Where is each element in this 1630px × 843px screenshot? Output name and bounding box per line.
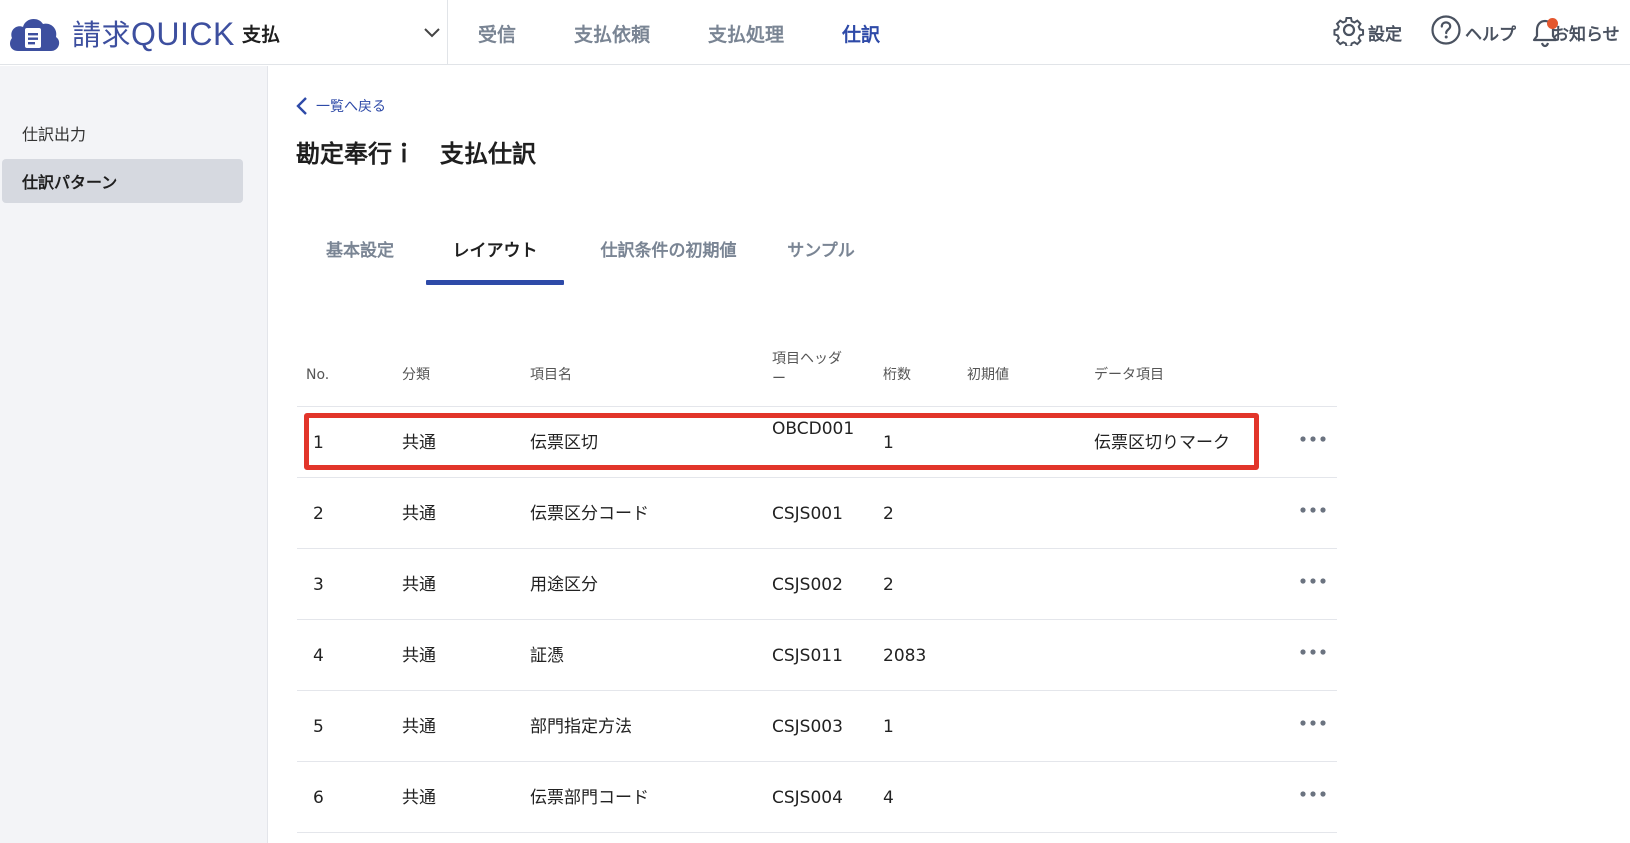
sidebar-item-label: 仕訳パターン: [22, 173, 118, 192]
news-label: お知らせ: [1552, 24, 1620, 45]
cell-item-name: 部門指定方法: [530, 717, 632, 737]
news-button[interactable]: お知らせ: [1532, 14, 1620, 50]
help-label: ヘルプ: [1465, 24, 1516, 45]
table-row[interactable]: 6 共通 伝票部門コード CSJS004 4: [297, 762, 1337, 833]
gear-icon: [1333, 14, 1365, 50]
tab-basic-settings[interactable]: 基本設定: [296, 220, 424, 286]
nav-journal[interactable]: 仕訳: [842, 20, 880, 47]
cell-item-name: 伝票区分コード: [530, 504, 649, 524]
cell-item-header: CSJS011: [772, 646, 843, 666]
cell-category: 共通: [402, 788, 436, 808]
cell-item-name: 証憑: [530, 646, 564, 666]
more-horizontal-icon[interactable]: [1297, 782, 1329, 806]
chevron-left-icon: [296, 97, 307, 115]
tab-journal-defaults[interactable]: 仕訳条件の初期値: [581, 220, 756, 286]
table-row[interactable]: 4 共通 証憑 CSJS011 2083: [297, 620, 1337, 691]
back-label: 一覧へ戻る: [316, 99, 386, 115]
cell-category: 共通: [402, 504, 436, 524]
column-header-item-name: 項目名: [530, 367, 572, 383]
table-header: No. 分類 項目名 項目ヘッダー 桁数 初期値 データ項目: [297, 345, 1337, 407]
main-nav: 受信 支払依頼 支払処理 仕訳: [478, 20, 938, 47]
cell-item-header: CSJS002: [772, 575, 843, 595]
cell-item-name: 伝票区切: [530, 433, 598, 453]
cell-digits: 4: [883, 788, 894, 808]
cell-no: 1: [313, 433, 324, 453]
page-title: 勘定奉行ｉ 支払仕訳: [296, 140, 536, 168]
column-header-category: 分類: [402, 367, 430, 383]
cell-no: 4: [313, 646, 324, 666]
settings-label: 設定: [1368, 24, 1402, 45]
sidebar-item-journal-pattern[interactable]: 仕訳パターン: [2, 159, 243, 203]
cell-digits: 2: [883, 575, 894, 595]
cell-no: 2: [313, 504, 324, 524]
table-row[interactable]: 1 共通 伝票区切 OBCD001 1 伝票区切りマーク: [297, 407, 1337, 478]
nav-payment-processing[interactable]: 支払処理: [708, 20, 784, 47]
cell-category: 共通: [402, 575, 436, 595]
question-circle-icon: [1430, 14, 1462, 50]
cell-digits: 2: [883, 504, 894, 524]
sidebar-item-label: 仕訳出力: [22, 125, 87, 144]
settings-button[interactable]: 設定: [1333, 14, 1402, 50]
layout-table: No. 分類 項目名 項目ヘッダー 桁数 初期値 データ項目 1 共通 伝票区切 OB…: [297, 345, 1337, 833]
more-horizontal-icon[interactable]: [1297, 498, 1329, 522]
cell-item-header: CSJS003: [772, 717, 843, 737]
cell-digits: 1: [883, 433, 894, 453]
cell-digits: 1: [883, 717, 894, 737]
app-logo[interactable]: 請求QUICK: [6, 13, 235, 53]
table-row[interactable]: 5 共通 部門指定方法 CSJS003 1: [297, 691, 1337, 762]
tab-bar: 基本設定 レイアウト 仕訳条件の初期値 サンプル: [296, 220, 876, 286]
table-body: 1 共通 伝票区切 OBCD001 1 伝票区切りマーク 2 共通 伝票区分コード CSJS001…: [297, 407, 1337, 833]
more-horizontal-icon[interactable]: [1297, 640, 1329, 664]
help-button[interactable]: ヘルプ: [1430, 14, 1516, 50]
company-selector[interactable]: 支払: [242, 20, 442, 46]
chevron-down-icon: [422, 23, 442, 43]
column-header-digits: 桁数: [883, 367, 911, 383]
more-horizontal-icon[interactable]: [1297, 427, 1329, 451]
sidebar: 仕訳出力 仕訳パターン: [0, 66, 268, 843]
column-header-no: No.: [306, 367, 330, 383]
bell-icon: [1532, 16, 1558, 48]
nav-payment-request[interactable]: 支払依頼: [574, 20, 650, 47]
active-tab-indicator: [426, 280, 564, 285]
cell-category: 共通: [402, 433, 436, 453]
company-label: 支払: [242, 23, 281, 46]
cell-item-name: 伝票部門コード: [530, 788, 649, 808]
notification-dot: [1547, 18, 1558, 29]
sidebar-item-journal-output[interactable]: 仕訳出力: [2, 111, 243, 155]
cell-item-header: OBCD001: [772, 419, 855, 439]
column-header-item-header: 項目ヘッダー: [772, 351, 842, 387]
more-horizontal-icon[interactable]: [1297, 569, 1329, 593]
cell-no: 3: [313, 575, 324, 595]
cloud-document-icon: [6, 13, 62, 53]
back-link[interactable]: 一覧へ戻る: [296, 96, 386, 116]
cell-item-header: CSJS001: [772, 504, 843, 524]
table-row[interactable]: 2 共通 伝票区分コード CSJS001 2: [297, 478, 1337, 549]
table-row[interactable]: 3 共通 用途区分 CSJS002 2: [297, 549, 1337, 620]
more-horizontal-icon[interactable]: [1297, 711, 1329, 735]
cell-item-name: 用途区分: [530, 575, 598, 595]
cell-digits: 2083: [883, 646, 927, 666]
cell-no: 6: [313, 788, 324, 808]
cell-category: 共通: [402, 717, 436, 737]
logo-wordmark: 請求QUICK: [72, 16, 235, 52]
top-header: 請求QUICK 支払 受信 支払依頼 支払処理 仕訳 設定 ヘルプ お知らせ: [0, 0, 1630, 65]
cell-category: 共通: [402, 646, 436, 666]
header-divider: [447, 0, 448, 65]
cell-item-header: CSJS004: [772, 788, 843, 808]
column-header-data-item: データ項目: [1094, 367, 1164, 383]
nav-receive[interactable]: 受信: [478, 20, 516, 47]
tab-sample[interactable]: サンプル: [776, 220, 866, 286]
cell-data-item: 伝票区切りマーク: [1094, 433, 1230, 453]
cell-no: 5: [313, 717, 324, 737]
tab-layout[interactable]: レイアウト: [426, 220, 564, 286]
column-header-initial-value: 初期値: [967, 367, 1009, 383]
